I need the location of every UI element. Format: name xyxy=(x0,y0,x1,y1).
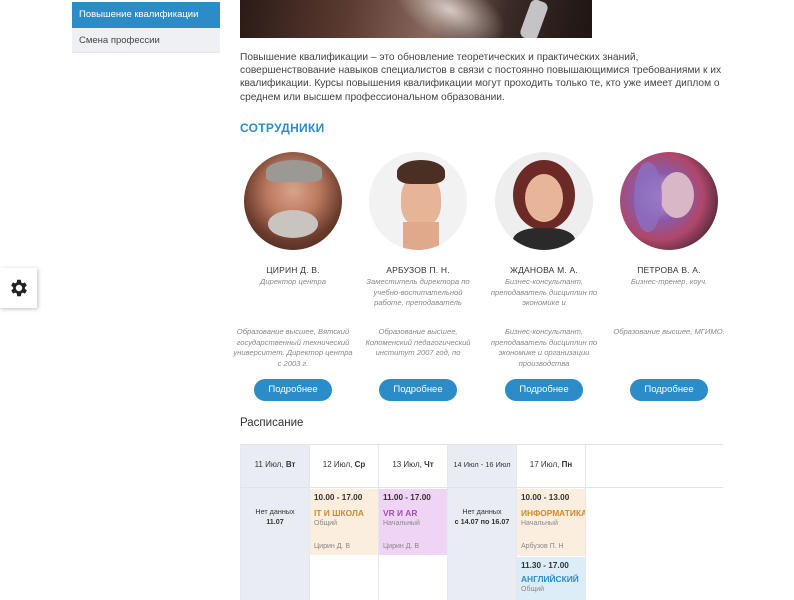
schedule-column: 17 Июл, Пн 10.00 - 13.00 ИНФОРМАТИКА Нач… xyxy=(516,445,585,600)
staff-card: ЦИРИН Д. В. Директор центра Образование … xyxy=(233,152,353,401)
event-time: 10.00 - 17.00 xyxy=(314,493,363,502)
staff-name: ЦИРИН Д. В. xyxy=(266,265,320,275)
schedule-column-empty xyxy=(585,445,723,600)
no-data-label: Нет данных с 14.07 по 16.07 xyxy=(448,507,516,527)
avatar xyxy=(244,152,342,250)
schedule-event[interactable]: 10.00 - 13.00 ИНФОРМАТИКА Начальный Арбу… xyxy=(517,489,585,556)
schedule-event[interactable]: 10.00 - 17.00 IT И ШКОЛА Общий Цирин Д. … xyxy=(310,489,378,555)
column-day: Пн xyxy=(561,460,573,469)
event-level: Общий xyxy=(314,520,338,527)
column-day: Ср xyxy=(354,460,366,469)
event-time: 10.00 - 13.00 xyxy=(521,493,570,502)
no-data-text: Нет данных xyxy=(462,507,502,516)
sidebar-item-advanced-training[interactable]: Повышение квалификации xyxy=(72,2,220,28)
staff-name: ПЕТРОВА В. А. xyxy=(637,265,701,275)
column-header: 17 Июл, Пн xyxy=(517,445,585,488)
schedule-column: 14 Июл - 16 Июл Нет данных с 14.07 по 16.… xyxy=(447,445,516,600)
event-teacher: Цирин Д. В xyxy=(383,543,420,550)
schedule-column: 12 Июл, Ср 10.00 - 17.00 IT И ШКОЛА Общи… xyxy=(309,445,378,600)
more-button[interactable]: Подробнее xyxy=(254,379,332,401)
hero-image xyxy=(240,0,592,38)
staff-education: Бизнес-консультант, преподаватель дисцип… xyxy=(490,327,598,368)
intro-text: Повышение квалификации – это обновление … xyxy=(240,52,722,103)
settings-toggle[interactable] xyxy=(0,268,37,308)
staff-education: Образование высшее, Вятский государствен… xyxy=(233,327,353,368)
no-data-text: Нет данных xyxy=(255,507,295,516)
staff-name: ЖДАНОВА М. А. xyxy=(510,265,578,275)
event-level: Общий xyxy=(521,586,545,593)
column-date: 12 Июл, xyxy=(322,460,353,469)
schedule-column: 11 Июл, Вт Нет данных 11.07 xyxy=(240,445,309,600)
schedule-event[interactable]: 11.00 - 17.00 VR И AR Начальный Цирин Д.… xyxy=(379,489,447,555)
column-day: Вт xyxy=(285,460,296,469)
page: Повышение квалификации Смена профессии П… xyxy=(0,0,794,600)
avatar xyxy=(495,152,593,250)
column-date: 14 Июл - 16 Июл xyxy=(453,460,511,469)
more-button[interactable]: Подробнее xyxy=(379,379,457,401)
avatar xyxy=(620,152,718,250)
staff-name: АРБУЗОВ П. Н. xyxy=(386,265,450,275)
staff-card: АРБУЗОВ П. Н. Заместитель директора по у… xyxy=(358,152,478,401)
schedule-column: 13 Июл, Чт 11.00 - 17.00 VR И AR Начальн… xyxy=(378,445,447,600)
column-date: 11 Июл, xyxy=(254,460,284,469)
staff-role: Заместитель директора по учебно-воспитат… xyxy=(366,277,470,307)
event-title: IT И ШКОЛА xyxy=(314,508,364,518)
event-title: АНГЛИЙСКИЙ xyxy=(521,574,579,584)
sidebar-item-career-change[interactable]: Смена профессии xyxy=(72,28,220,53)
column-header xyxy=(586,445,723,488)
event-teacher: Цирин Д. В xyxy=(314,543,351,550)
no-data-label: Нет данных 11.07 xyxy=(241,507,309,527)
avatar xyxy=(369,152,467,250)
event-teacher: Арбузов П. Н xyxy=(521,543,564,550)
no-data-range: 11.07 xyxy=(266,517,284,526)
sidebar: Повышение квалификации Смена профессии xyxy=(72,0,220,53)
staff-heading: СОТРУДНИКИ xyxy=(240,121,325,135)
column-day: Чт xyxy=(424,460,434,469)
staff-education: Образование высшее, Коломенский педагоги… xyxy=(365,327,471,357)
column-date: 13 Июл, xyxy=(392,460,422,469)
schedule-event[interactable]: 11.30 - 17.00 АНГЛИЙСКИЙ Общий xyxy=(517,557,585,600)
column-header: 14 Июл - 16 Июл xyxy=(448,445,516,488)
column-header: 13 Июл, Чт xyxy=(379,445,447,488)
event-time: 11.00 - 17.00 xyxy=(383,493,431,502)
event-time: 11.30 - 17.00 xyxy=(521,561,569,570)
staff-card: ПЕТРОВА В. А. Бизнес-тренер, коуч. Образ… xyxy=(609,152,729,401)
more-button[interactable]: Подробнее xyxy=(630,379,708,401)
schedule-grid: 11 Июл, Вт Нет данных 11.07 12 Июл, Ср 10… xyxy=(240,444,723,600)
schedule-heading: Расписание xyxy=(240,417,304,429)
event-level: Начальный xyxy=(383,520,420,527)
staff-role: Бизнес-тренер, коуч. xyxy=(630,277,708,286)
staff-role: Бизнес-консультант, преподаватель дисцип… xyxy=(490,277,598,307)
staff-card: ЖДАНОВА М. А. Бизнес-консультант, препод… xyxy=(484,152,604,401)
more-button[interactable]: Подробнее xyxy=(505,379,583,401)
gear-icon xyxy=(10,279,27,297)
event-level: Начальный xyxy=(521,520,558,527)
column-header: 12 Июл, Ср xyxy=(310,445,378,488)
no-data-range: с 14.07 по 16.07 xyxy=(454,517,510,526)
staff-education: Образование высшее, МГИМО. xyxy=(613,327,725,336)
column-date: 17 Июл, xyxy=(529,460,560,469)
event-title: VR И AR xyxy=(383,508,418,518)
staff-role: Директор центра xyxy=(260,277,326,286)
column-header: 11 Июл, Вт xyxy=(241,445,309,488)
event-title: ИНФОРМАТИКА xyxy=(521,508,585,518)
